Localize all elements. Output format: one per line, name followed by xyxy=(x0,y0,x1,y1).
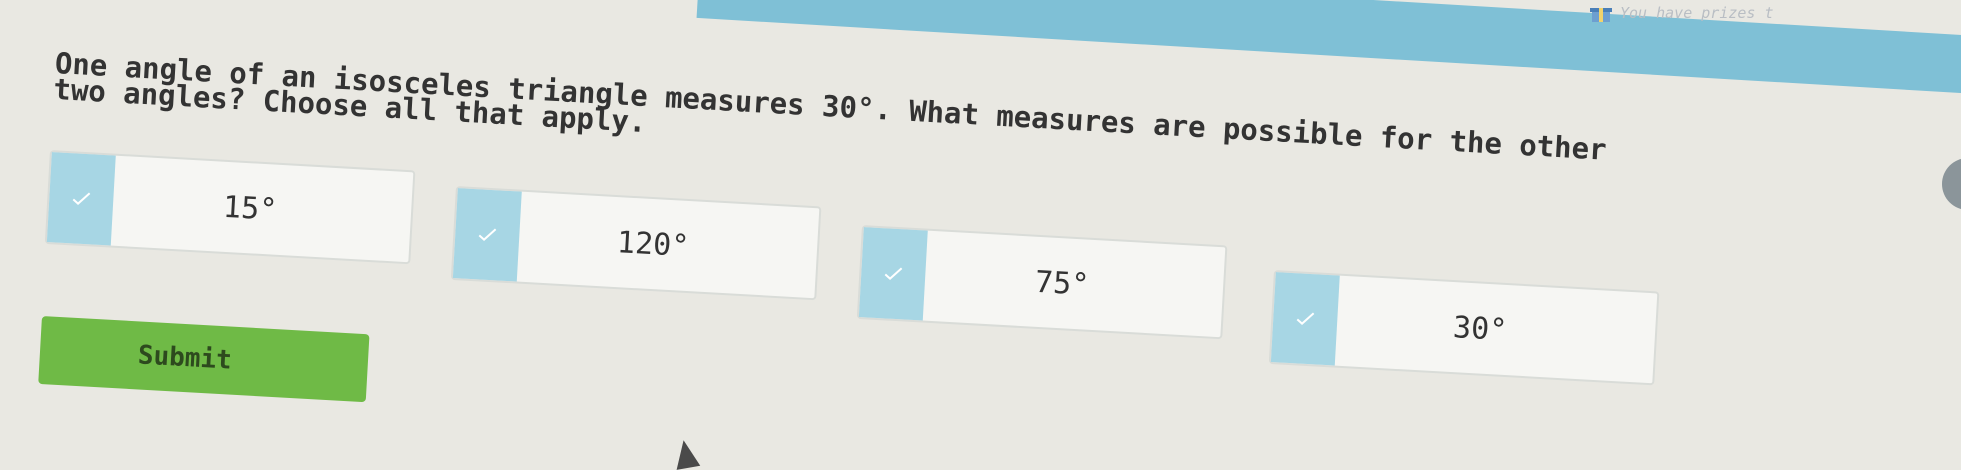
checkmark-icon xyxy=(884,267,903,280)
prize-text: You have prizes t xyxy=(1620,4,1774,22)
mouse-cursor-icon xyxy=(671,438,701,470)
given-angle: 30° xyxy=(821,88,876,126)
choice-tile-75[interactable]: 75° xyxy=(856,225,1228,340)
checkmark-icon xyxy=(72,192,91,205)
side-menu-toggle[interactable] xyxy=(1942,158,1961,210)
prize-icon xyxy=(1590,8,1612,22)
choice-checkbox[interactable] xyxy=(452,188,522,282)
choice-checkbox[interactable] xyxy=(1270,272,1340,366)
choice-tile-30[interactable]: 30° xyxy=(1268,270,1660,386)
checkmark-icon xyxy=(1296,312,1315,325)
submit-button[interactable]: Submit xyxy=(38,316,370,403)
choice-tile-120[interactable]: 120° xyxy=(450,186,822,301)
prize-banner[interactable]: You have prizes t xyxy=(1590,0,1961,26)
choice-label: 75° xyxy=(1034,264,1091,303)
choice-label: 120° xyxy=(616,224,691,264)
choice-label: 15° xyxy=(222,189,279,228)
checkmark-icon xyxy=(478,228,497,241)
choice-tile-15[interactable]: 15° xyxy=(44,150,416,265)
choice-checkbox[interactable] xyxy=(858,227,928,321)
choice-checkbox[interactable] xyxy=(46,152,116,246)
choice-label: 30° xyxy=(1452,309,1509,348)
